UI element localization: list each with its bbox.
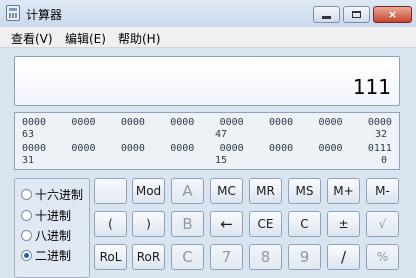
bit-index-32: 32 xyxy=(374,129,387,140)
radio-button-circle xyxy=(21,189,32,200)
bit-index-0: 0 xyxy=(380,155,387,166)
key-9[interactable]: 9 xyxy=(288,244,321,270)
key-rotate-right[interactable]: RoR xyxy=(132,244,165,270)
bit-group: 0000 xyxy=(318,117,343,128)
window-title: 计算器 xyxy=(26,8,63,22)
key-hex-a[interactable]: A xyxy=(171,178,204,204)
key-memory-store[interactable]: MS xyxy=(288,178,321,204)
minimize-icon xyxy=(322,16,331,19)
radio-label: 十进制 xyxy=(35,209,72,223)
menu-view[interactable]: 查看(V) xyxy=(11,30,53,47)
key-mod[interactable]: Mod xyxy=(132,178,165,204)
key-rotate-left[interactable]: RoL xyxy=(94,244,127,270)
result-display: 111 xyxy=(14,56,400,106)
close-button[interactable]: × xyxy=(373,6,412,23)
menu-edit[interactable]: 编辑(E) xyxy=(65,30,106,47)
key-percent[interactable]: % xyxy=(366,244,399,270)
bit-group: 0000 xyxy=(120,117,145,128)
bit-group: 0000 xyxy=(269,117,294,128)
radio-button-circle xyxy=(21,230,32,241)
bit-index-47: 47 xyxy=(215,129,228,140)
bit-group: 0000 xyxy=(219,117,244,128)
menu-bar: 查看(V) 编辑(E) 帮助(H) xyxy=(0,27,416,48)
radio-button-circle xyxy=(21,210,32,221)
key-close-paren[interactable]: ) xyxy=(132,211,165,237)
key-memory-add[interactable]: M+ xyxy=(327,178,360,204)
bit-group: 0000 xyxy=(71,117,96,128)
maximize-button[interactable] xyxy=(343,6,370,23)
key-8[interactable]: 8 xyxy=(249,244,282,270)
key-backspace[interactable]: ← xyxy=(210,211,243,237)
radio-button-circle-selected xyxy=(21,250,32,261)
key-hex-c[interactable]: C xyxy=(171,244,204,270)
key-7[interactable]: 7 xyxy=(210,244,243,270)
bits-row-low: 0000 0000 0000 0000 0000 0000 0000 0111 xyxy=(22,143,392,155)
radio-bin[interactable]: 二进制 xyxy=(21,247,71,264)
key-clear[interactable]: C xyxy=(288,211,321,237)
key-divide[interactable]: / xyxy=(327,244,360,270)
radio-dec[interactable]: 十进制 xyxy=(21,207,71,224)
calculator-icon xyxy=(6,5,20,21)
key-negate[interactable]: ± xyxy=(327,211,360,237)
radio-label: 八进制 xyxy=(35,229,72,243)
bit-group: 0111 xyxy=(367,143,392,154)
key-memory-subtract[interactable]: M- xyxy=(366,178,399,204)
bit-group: 0000 xyxy=(22,143,47,154)
key-blank[interactable] xyxy=(94,178,127,204)
maximize-icon xyxy=(352,11,361,18)
bit-index-15: 15 xyxy=(215,155,228,166)
key-memory-recall[interactable]: MR xyxy=(249,178,282,204)
bit-group: 0000 xyxy=(22,117,47,128)
bit-group: 0000 xyxy=(219,143,244,154)
radio-hex[interactable]: 十六进制 xyxy=(21,186,83,203)
bit-group: 0000 xyxy=(367,117,392,128)
bit-index-63: 63 xyxy=(22,129,35,140)
bit-index-31: 31 xyxy=(22,155,35,166)
bit-group: 0000 xyxy=(71,143,96,154)
radio-label: 十六进制 xyxy=(35,188,84,202)
key-sqrt[interactable]: √ xyxy=(366,211,399,237)
display-value: 111 xyxy=(352,75,391,99)
bit-group: 0000 xyxy=(170,143,195,154)
menu-help[interactable]: 帮助(H) xyxy=(118,30,160,47)
title-bar: 计算器 × xyxy=(0,0,416,27)
minimize-button[interactable] xyxy=(313,6,340,23)
key-clear-entry[interactable]: CE xyxy=(249,211,282,237)
radix-group: 十六进制 十进制 八进制 二进制 xyxy=(14,178,90,278)
bit-group: 0000 xyxy=(269,143,294,154)
bit-group: 0000 xyxy=(170,117,195,128)
key-open-paren[interactable]: ( xyxy=(94,211,127,237)
key-memory-clear[interactable]: MC xyxy=(210,178,243,204)
radio-label: 二进制 xyxy=(35,249,72,263)
radio-oct[interactable]: 八进制 xyxy=(21,227,71,244)
close-icon: × xyxy=(387,8,398,21)
bit-group: 0000 xyxy=(120,143,145,154)
binary-bits-panel: 0000 0000 0000 0000 0000 0000 0000 0000 … xyxy=(14,112,400,170)
bit-group: 0000 xyxy=(318,143,343,154)
bits-row-high: 0000 0000 0000 0000 0000 0000 0000 0000 xyxy=(22,117,392,129)
key-hex-b[interactable]: B xyxy=(171,211,204,237)
